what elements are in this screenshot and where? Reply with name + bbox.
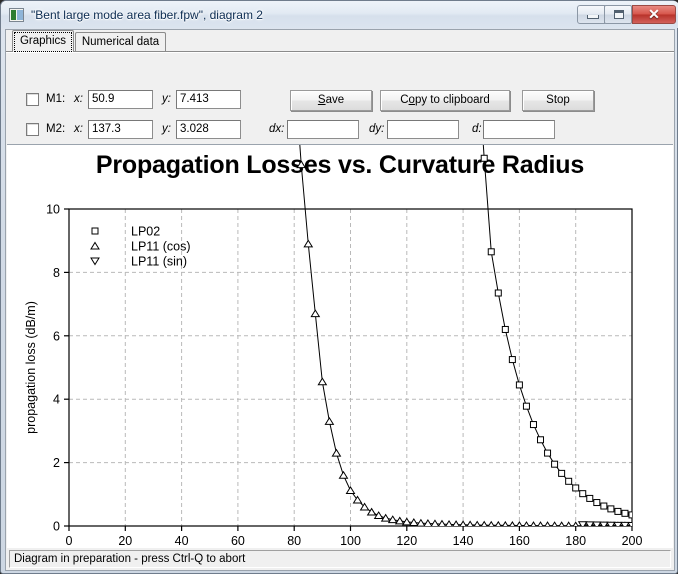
svg-text:180: 180 <box>565 534 586 548</box>
svg-text:2: 2 <box>53 456 60 470</box>
close-icon: ✕ <box>633 6 675 23</box>
svg-text:4: 4 <box>53 393 60 407</box>
close-button[interactable]: ✕ <box>632 5 676 24</box>
svg-text:8: 8 <box>53 266 60 280</box>
m1-y-input[interactable]: 7.413 <box>176 90 241 109</box>
diagram-canvas[interactable]: Propagation Losses vs. Curvature Radius … <box>7 144 673 549</box>
svg-text:6: 6 <box>53 329 60 343</box>
tab-separator <box>6 51 674 52</box>
save-button[interactable]: Save <box>290 90 372 111</box>
dy-label: dy: <box>369 123 384 135</box>
m2-x-label: x: <box>74 123 83 135</box>
dx-input[interactable] <box>287 120 359 139</box>
dy-input[interactable] <box>387 120 459 139</box>
status-message: Diagram in preparation - press Ctrl-Q to… <box>9 550 671 568</box>
svg-text:160: 160 <box>509 534 530 548</box>
svg-text:20: 20 <box>118 534 132 548</box>
legend-item: LP11 (cos) <box>91 240 191 254</box>
m1-x-label: x: <box>74 93 83 105</box>
d-input[interactable] <box>483 120 555 139</box>
legend-item: LP11 (sin) <box>91 255 187 269</box>
m2-y-input[interactable]: 3.028 <box>176 120 241 139</box>
m1-x-input[interactable]: 50.9 <box>88 90 153 109</box>
svg-text:propagation loss (dB/m): propagation loss (dB/m) <box>24 301 38 434</box>
m2-y-label: y: <box>162 123 171 135</box>
svg-text:LP11 (sin): LP11 (sin) <box>131 255 187 269</box>
m1-label: M1: <box>46 93 65 105</box>
svg-text:60: 60 <box>231 534 245 548</box>
copy-to-clipboard-button[interactable]: Copy to clipboard <box>380 90 510 111</box>
tab-focus-rect <box>14 32 72 52</box>
svg-text:0: 0 <box>66 534 73 548</box>
d-label: d: <box>472 123 482 135</box>
svg-text:100: 100 <box>340 534 361 548</box>
application-window: "Bent large mode area fiber.fpw", diagra… <box>0 0 678 574</box>
m2-label: M2: <box>46 123 65 135</box>
tab-strip: Graphics Numerical data <box>6 30 674 52</box>
status-bar: Diagram in preparation - press Ctrl-Q to… <box>7 547 673 569</box>
svg-text:200: 200 <box>622 534 643 548</box>
save-button-accel: S <box>318 94 326 106</box>
tab-numerical-data-label: Numerical data <box>82 36 159 48</box>
svg-text:80: 80 <box>287 534 301 548</box>
minimize-button[interactable] <box>577 5 605 24</box>
m1-y-label: y: <box>162 93 171 105</box>
svg-text:40: 40 <box>175 534 189 548</box>
svg-text:140: 140 <box>453 534 474 548</box>
copy-button-label: py to clipboard <box>415 94 490 106</box>
maximize-button[interactable] <box>604 5 632 24</box>
m2-checkbox[interactable] <box>26 123 39 136</box>
window-title: "Bent large mode area fiber.fpw", diagra… <box>31 8 578 22</box>
save-button-label: ave <box>326 94 345 106</box>
minimize-icon <box>587 15 599 19</box>
tab-numerical-data[interactable]: Numerical data <box>75 32 166 52</box>
legend-item: LP02 <box>92 225 160 239</box>
svg-text:120: 120 <box>396 534 417 548</box>
m2-x-input[interactable]: 137.3 <box>88 120 153 139</box>
title-bar[interactable]: "Bent large mode area fiber.fpw", diagra… <box>1 1 678 28</box>
maximize-icon <box>614 10 624 19</box>
svg-text:10: 10 <box>46 203 60 217</box>
chart-plot: 0204060801001201401601802000246810curvat… <box>7 145 673 549</box>
dx-label: dx: <box>269 123 284 135</box>
controls-panel: M1: x: 50.9 y: 7.413 M2: x: 137.3 y: 3.0… <box>6 52 674 144</box>
m1-checkbox[interactable] <box>26 93 39 106</box>
client-area: Graphics Numerical data M1: x: 50.9 y: 7… <box>5 29 675 571</box>
svg-text:LP02: LP02 <box>131 225 160 239</box>
stop-button[interactable]: Stop <box>522 90 594 111</box>
svg-text:LP11 (cos): LP11 (cos) <box>131 240 191 254</box>
svg-text:0: 0 <box>53 520 60 534</box>
tab-graphics[interactable]: Graphics <box>12 30 74 52</box>
window-buttons: ✕ <box>578 5 676 24</box>
app-icon <box>9 8 24 22</box>
